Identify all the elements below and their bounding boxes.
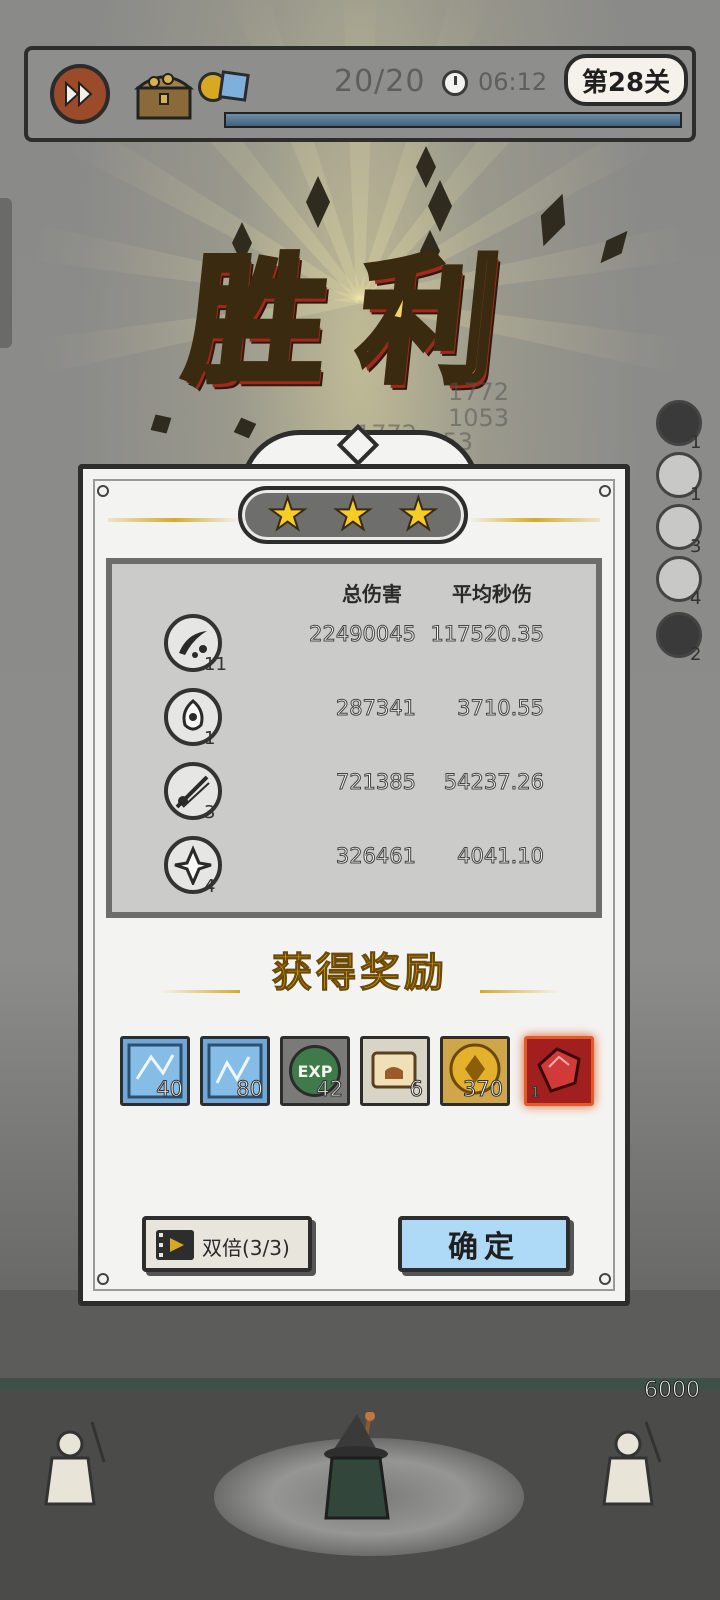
fast-forward-button[interactable] (50, 64, 110, 124)
monk-soldier-left (44, 1421, 106, 1506)
wall-health-stripe (0, 1378, 720, 1390)
side-skill-count: 1 (690, 432, 702, 453)
reward-count: 42 (316, 1077, 344, 1102)
skill-avg-dps: 4041.10 (457, 844, 545, 869)
reward-count: 370 (462, 1077, 503, 1102)
confirm-button[interactable]: 确定 (398, 1216, 570, 1272)
reward-count: 40 (156, 1077, 184, 1102)
skill-total-damage: 287341 (335, 696, 416, 721)
reward-rune-stone[interactable]: 40 (120, 1036, 190, 1106)
double-reward-button[interactable]: 双倍(3/3) (142, 1216, 312, 1272)
column-header-total-damage: 总伤害 (342, 582, 402, 606)
skill-avg-dps: 54237.26 (443, 770, 544, 795)
corner-rivet (97, 1273, 109, 1285)
skill-damage-row: 4 326461 4041.10 (106, 830, 602, 900)
side-skill-count: 3 (690, 536, 702, 557)
skill-avg-dps: 117520.35 (430, 622, 545, 647)
skill-total-damage: 721385 (335, 770, 416, 795)
side-skill-count: 4 (690, 588, 702, 609)
star-rating: ★ ★ ★ (238, 486, 468, 544)
skill-avg-dps: 3710.55 (457, 696, 545, 721)
skill-damage-row: 11 22490045 117520.35 (106, 608, 602, 678)
treasure-chest-icon[interactable] (132, 66, 196, 122)
side-skill-count: 1 (690, 484, 702, 505)
clock-icon (442, 70, 468, 96)
reward-scroll[interactable]: 6 (360, 1036, 430, 1106)
side-drawer-tab[interactable] (0, 198, 12, 348)
base-hp: 6000 (644, 1378, 701, 1404)
level-badge: 第28关 (564, 54, 688, 106)
corner-rivet (599, 485, 611, 497)
skill-level: 3 (204, 802, 216, 823)
reward-count: 80 (236, 1077, 264, 1102)
star-icon: ★ (267, 489, 308, 540)
wizard-hero (324, 1412, 390, 1520)
wave-progress-fill (226, 114, 680, 126)
skill-level: 11 (204, 654, 227, 675)
skill-damage-row: 3 721385 54237.26 (106, 756, 602, 826)
reward-rune-stone[interactable]: 80 (200, 1036, 270, 1106)
ice-cube-icon (218, 70, 250, 102)
reward-red-gem[interactable]: 1 (524, 1036, 594, 1106)
wave-progress-bar (224, 112, 682, 128)
monk-soldier-right (602, 1421, 662, 1506)
star-ornament-left (108, 518, 240, 522)
rewards-title: 获得奖励 (272, 949, 448, 997)
double-reward-label: 双倍(3/3) (202, 1236, 290, 1260)
reward-count: 1 (531, 1085, 541, 1102)
battle-timer: 06:12 (478, 68, 548, 96)
skill-total-damage: 326461 (335, 844, 416, 869)
star-icon: ★ (398, 489, 439, 540)
fast-forward-icon (65, 81, 93, 107)
column-header-avg-dps: 平均秒伤 (452, 582, 532, 606)
damage-popup: 1772 (448, 378, 510, 406)
skill-level: 4 (204, 876, 216, 897)
reward-ornament-right (480, 990, 560, 993)
corner-rivet (599, 1273, 611, 1285)
skill-total-damage: 22490045 (309, 622, 417, 647)
reward-count: 6 (409, 1077, 423, 1102)
reward-ornament-left (160, 990, 240, 993)
corner-rivet (97, 485, 109, 497)
skill-damage-row: 1 287341 3710.55 (106, 682, 602, 752)
star-icon: ★ (332, 489, 373, 540)
battle-status-bar: 20/20 06:12 第28关 (24, 46, 696, 142)
video-ad-icon (156, 1230, 194, 1260)
star-ornament-right (468, 518, 600, 522)
reward-exp[interactable]: EXP 42 (280, 1036, 350, 1106)
side-skill-count: 2 (690, 644, 702, 665)
wave-counter: 20/20 (334, 64, 426, 99)
skill-level: 1 (204, 728, 216, 749)
reward-gold[interactable]: 370 (440, 1036, 510, 1106)
